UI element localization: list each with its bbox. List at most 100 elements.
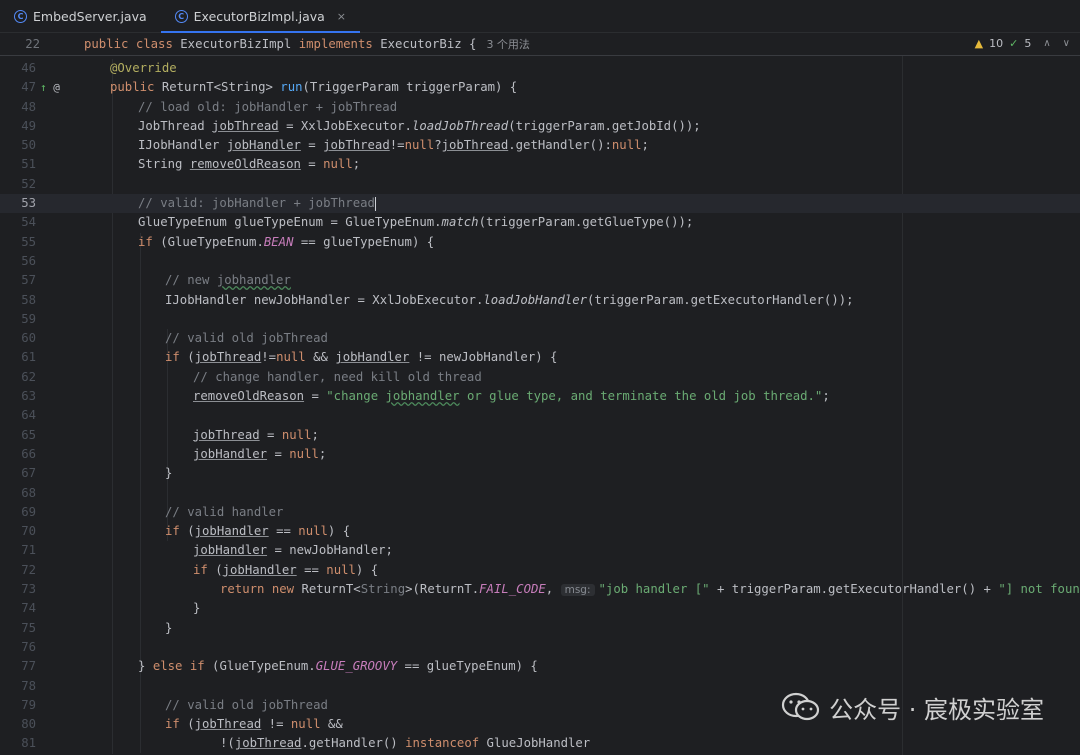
keyword: null <box>298 524 328 539</box>
annotation: @Override <box>110 61 177 75</box>
code-text: = <box>304 389 327 404</box>
line-number: 53 <box>21 196 36 211</box>
code-line: 54 GlueTypeEnum glueTypeEnum = GlueTypeEn… <box>0 213 1080 232</box>
code-line: 70 if (jobHandler == null) { <box>0 522 1080 541</box>
code-line: 76 <box>0 638 1080 657</box>
line-number: 52 <box>21 176 36 191</box>
line-number: 81 <box>21 736 36 751</box>
code-editor[interactable]: 22 public class ExecutorBizImpl implemen… <box>0 33 1080 755</box>
code-text: >(ReturnT. <box>405 582 480 597</box>
code-text: ; <box>311 427 319 442</box>
code-line: 46 @Override <box>0 59 1080 78</box>
line-number: 66 <box>21 446 36 461</box>
watermark-text: 公众号 · 宸极实验室 <box>829 695 1044 724</box>
code-text: GlueJobHandler <box>479 736 591 751</box>
chevron-up-icon[interactable]: ∧ <box>1043 33 1050 55</box>
code-text: = <box>300 157 324 172</box>
line-number: 72 <box>21 562 36 577</box>
code-text: == <box>296 562 327 577</box>
code-line: 51 String removeOldReason = null; <box>0 155 1080 174</box>
keyword: null <box>611 138 642 153</box>
warning-count: 10 <box>989 37 1004 50</box>
string-literal: "] not found." <box>998 582 1080 597</box>
keyword: null <box>326 562 356 577</box>
code-text: ; <box>352 157 361 172</box>
keyword: if <box>165 717 180 732</box>
line-number: 58 <box>21 292 36 307</box>
line-number: 68 <box>21 485 36 500</box>
code-text: && <box>305 350 336 365</box>
code-text: ; <box>318 446 327 461</box>
chevron-down-icon[interactable]: ∨ <box>1063 33 1070 55</box>
code-text: + triggerParam.getExecutorHandler() + <box>709 582 999 597</box>
line-number: 71 <box>21 543 36 558</box>
line-number: 65 <box>21 427 36 442</box>
code-text: ; <box>641 138 649 153</box>
code-text: (triggerParam.getGlueType()); <box>478 215 694 230</box>
code-text: ; <box>822 389 830 404</box>
code-line: 69 // valid handler <box>0 503 1080 522</box>
keyword: null <box>323 157 353 172</box>
variable: jobHandler <box>194 524 269 539</box>
wechat-logo-icon <box>782 692 820 721</box>
code-text: = <box>259 427 282 442</box>
gutter-icons[interactable]: ↑ @ <box>40 78 70 97</box>
comment: // valid old jobThread <box>165 697 328 712</box>
line-number: 73 <box>21 582 36 597</box>
variable: jobThread <box>323 138 390 153</box>
current-code-line: 53 // valid: jobHandler + jobThread <box>0 194 1080 214</box>
keyword: if <box>193 562 208 577</box>
line-number: 74 <box>21 601 36 616</box>
line-number: 67 <box>21 466 36 481</box>
keyword: if <box>165 350 180 365</box>
line-number: 51 <box>21 157 36 172</box>
code-line: 72 if (jobHandler == null) { <box>0 561 1080 580</box>
enum-constant: GLUE_GROOVY <box>315 659 398 674</box>
code-line: 63 removeOldReason = "change jobhandler o… <box>0 387 1080 406</box>
close-tab-icon[interactable]: × <box>337 10 346 23</box>
string-literal: jobhandler <box>385 389 460 404</box>
line-number: 62 <box>21 369 36 384</box>
line-number: 64 <box>21 408 36 423</box>
code-line: 71 jobHandler = newJobHandler; <box>0 541 1080 560</box>
line-number: 70 <box>21 524 36 539</box>
keyword: null <box>276 350 306 365</box>
code-text: !( <box>220 736 235 751</box>
variable: jobThread <box>212 118 279 133</box>
code-text: != <box>261 350 277 365</box>
code-text: != newJobHandler) { <box>409 350 558 365</box>
comment: jobhandler <box>216 273 291 288</box>
code-line: 81 !(jobThread.getHandler() instanceof Gl… <box>0 734 1080 753</box>
comment: // valid: jobHandler + jobThread <box>138 196 375 211</box>
line-number: 75 <box>21 620 36 635</box>
comment: // valid old jobThread <box>165 331 328 346</box>
variable: jobHandler <box>193 446 268 461</box>
editor-tab-bar: C EmbedServer.java C ExecutorBizImpl.jav… <box>0 0 1080 33</box>
code-lines[interactable]: 46 @Override 47 ↑ @ public ReturnT<String… <box>0 59 1080 754</box>
code-line: 74} <box>0 599 1080 618</box>
variable: removeOldReason <box>193 389 305 404</box>
usages-hint[interactable]: 3 个用法 <box>486 38 530 51</box>
class-name: ExecutorBizImpl <box>180 37 292 51</box>
keyword: new <box>271 582 295 597</box>
tab-executorbizimpl[interactable]: C ExecutorBizImpl.java × <box>160 0 361 33</box>
line-number: 59 <box>21 311 36 326</box>
code-text: == glueTypeEnum) { <box>397 659 538 674</box>
warning-icon: ▲ <box>974 37 984 50</box>
code-text: ReturnT< <box>294 582 361 597</box>
implements-method-icon[interactable]: ↑ <box>40 81 47 94</box>
tab-embedserver[interactable]: C EmbedServer.java <box>0 0 161 32</box>
line-number: 76 <box>21 639 36 654</box>
code-text: = <box>267 446 290 461</box>
variable: jobHandler <box>193 543 268 558</box>
override-annotation-icon[interactable]: @ <box>53 81 60 94</box>
code-text: (triggerParam.getJobId()); <box>508 118 701 133</box>
code-line: 77} else if (GlueTypeEnum.GLUE_GROOVY ==… <box>0 657 1080 676</box>
variable: jobThread <box>194 350 262 365</box>
code-line: 61 if (jobThread!=null && jobHandler != n… <box>0 348 1080 367</box>
inspection-widget[interactable]: ▲ 10 ✓ 5 ∧ ∨ <box>975 33 1070 55</box>
parameter-hint: msg: <box>560 584 595 597</box>
keyword: return <box>220 582 265 597</box>
keyword: if <box>165 524 180 539</box>
code-text: = newJobHandler; <box>267 543 393 558</box>
